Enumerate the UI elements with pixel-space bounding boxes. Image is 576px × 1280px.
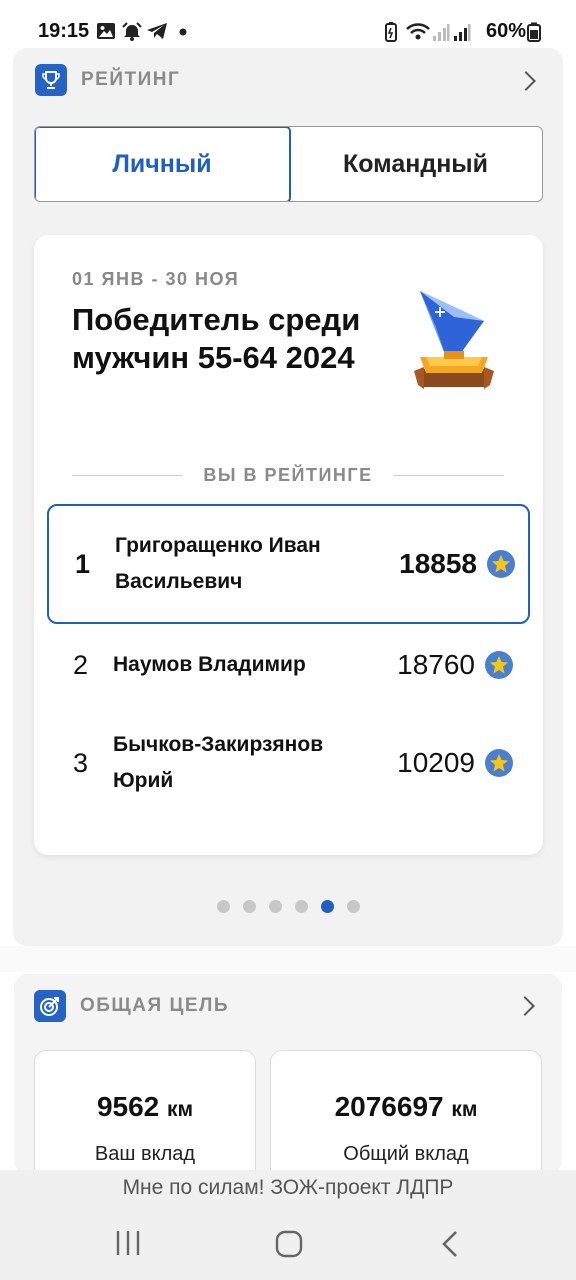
battery-saver-icon — [385, 22, 397, 42]
row-name: Бычков-Закирзянов Юрий — [113, 733, 324, 792]
alarm-icon — [122, 22, 142, 41]
row-name: Григоращенко Иван Васильевич — [115, 534, 321, 593]
row-score: 18858 — [399, 548, 477, 579]
row-name: Наумов Владимир — [113, 653, 306, 676]
footer-caption: Мне по силам! ЗОЖ-проект ЛДПР — [122, 1176, 454, 1199]
recent-apps-icon[interactable] — [114, 1230, 142, 1256]
rating-header[interactable]: РЕЙТИНГ — [35, 64, 180, 96]
rating-card: РЕЙТИНГ Личный Командный 01 ЯНВ - 30 НОЯ… — [13, 48, 563, 946]
page-dot-active[interactable] — [320, 900, 334, 913]
stat-label: Общий вклад — [343, 1143, 469, 1165]
star-icon — [485, 749, 513, 777]
row-rank: 2 — [73, 649, 89, 680]
star-icon — [485, 651, 513, 679]
tab-personal[interactable]: Личный — [35, 127, 291, 201]
star-icon — [487, 550, 515, 578]
stat-label: Ваш вклад — [94, 1143, 196, 1165]
wifi-icon — [406, 23, 430, 40]
footer: Мне по силам! ЗОЖ-проект ЛДПР — [0, 1170, 576, 1280]
goal-header[interactable]: ОБЩАЯ ЦЕЛЬ — [34, 990, 229, 1022]
rating-divider: ВЫ В РЕЙТИНГЕ — [72, 463, 504, 487]
leaderboard-row[interactable]: 1 Григоращенко Иван Васильевич 18858 — [47, 504, 530, 624]
back-icon[interactable] — [440, 1230, 460, 1258]
dot-icon — [179, 28, 187, 36]
goal-title: ОБЩАЯ ЦЕЛЬ — [80, 995, 229, 1016]
row-rank: 1 — [75, 548, 91, 579]
telegram-icon — [147, 23, 167, 39]
battery-percent: 60% — [485, 20, 526, 42]
award-title: Победитель среди мужчин 55-64 2024 — [72, 302, 361, 375]
row-score: 10209 — [397, 747, 475, 778]
stat-total-contribution: 2076697 км Общий вклад — [270, 1050, 542, 1174]
leaderboard-row[interactable]: 2 Наумов Владимир 18760 — [47, 630, 530, 700]
chevron-right-icon[interactable] — [516, 71, 536, 91]
target-icon — [34, 990, 66, 1022]
stat-your-contribution: 9562 км Ваш вклад — [34, 1050, 256, 1174]
chevron-right-icon[interactable] — [515, 996, 535, 1016]
page-dot[interactable] — [216, 900, 230, 913]
row-score: 18760 — [397, 649, 475, 680]
trophy-icon — [35, 64, 67, 96]
goal-card: ОБЩАЯ ЦЕЛЬ 9562 км Ваш вклад 2076697 км … — [14, 974, 562, 1174]
leaderboard-row[interactable]: 3 Бычков-Закирзянов Юрий 10209 — [47, 721, 530, 805]
award-card: 01 ЯНВ - 30 НОЯ Победитель среди мужчин … — [34, 235, 543, 855]
page-dot[interactable] — [242, 900, 256, 913]
crystal-trophy-icon — [414, 291, 494, 389]
row-rank: 3 — [73, 747, 89, 778]
signal-icon — [433, 24, 450, 41]
section-separator — [0, 946, 576, 972]
divider-label: ВЫ В РЕЙТИНГЕ — [203, 464, 373, 485]
stat-value: 2076697 км — [334, 1091, 478, 1122]
home-icon[interactable] — [275, 1230, 303, 1258]
rating-tabs: Личный Командный — [34, 126, 543, 202]
stat-value: 9562 км — [96, 1091, 194, 1122]
page-dot[interactable] — [294, 900, 308, 913]
award-period: 01 ЯНВ - 30 НОЯ — [72, 269, 240, 289]
status-time: 19:15 — [38, 20, 90, 42]
battery-icon — [527, 22, 541, 42]
signal-icon — [454, 24, 471, 41]
rating-title: РЕЙТИНГ — [81, 69, 181, 90]
page-dot[interactable] — [346, 900, 360, 913]
gallery-icon — [97, 23, 115, 39]
carousel-pagination — [13, 900, 563, 913]
tab-team[interactable]: Командный — [289, 127, 542, 201]
page-dot[interactable] — [268, 900, 282, 913]
